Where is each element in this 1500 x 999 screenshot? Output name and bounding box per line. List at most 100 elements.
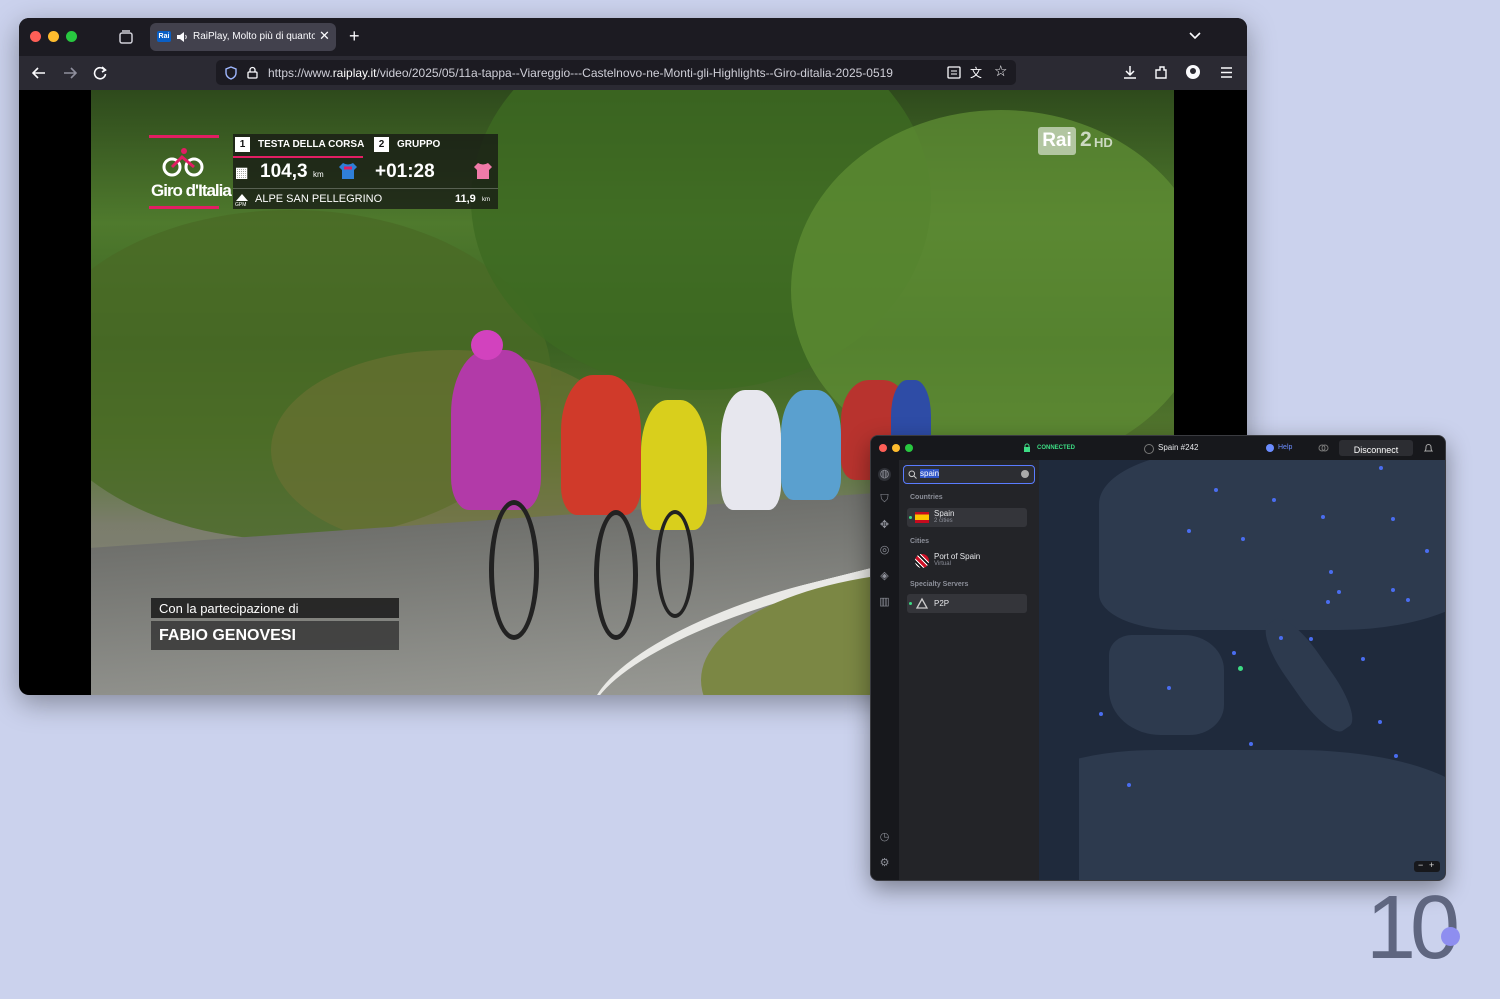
list-item-p2p[interactable]: P2P xyxy=(907,594,1027,613)
map-server-dot[interactable] xyxy=(1127,783,1131,787)
map-server-dot[interactable] xyxy=(1099,712,1103,716)
map-server-dot[interactable] xyxy=(1425,549,1429,553)
zoom-controls: − + xyxy=(1414,860,1440,872)
search-input[interactable]: spain xyxy=(903,465,1035,484)
divider xyxy=(233,188,498,189)
vpn-app-window: CONNECTED Spain #242 Help Disconnect ◍ ⛉… xyxy=(870,435,1446,881)
new-tab-icon[interactable]: + xyxy=(349,26,360,47)
list-item-spain[interactable]: Spain 2 cities xyxy=(907,508,1027,527)
layers-icon[interactable]: ◈ xyxy=(878,570,891,583)
credit-line1: Con la partecipazione di xyxy=(159,601,299,616)
map-server-dot[interactable] xyxy=(1321,515,1325,519)
reload-icon[interactable] xyxy=(93,66,107,80)
connected-indicator xyxy=(909,516,912,519)
server-list-panel: spain Countries Spain 2 cities Cities Po… xyxy=(899,460,1039,880)
server-icon xyxy=(1144,444,1154,454)
stats-icon[interactable]: ▥ xyxy=(878,596,891,609)
vpn-sidebar: ◍ ⛉ ✥ ◎ ◈ ▥ ◷ ⚙ xyxy=(871,460,899,880)
climb-distance-unit: km xyxy=(482,197,490,203)
help-icon[interactable] xyxy=(1266,444,1274,452)
p2p-icon xyxy=(915,597,929,609)
account-avatar[interactable] xyxy=(1186,65,1200,79)
connected-server-marker[interactable] xyxy=(1238,666,1243,671)
download-icon[interactable] xyxy=(1123,65,1137,80)
map-server-dot[interactable] xyxy=(1326,600,1330,604)
back-icon[interactable] xyxy=(32,66,46,80)
maximize-window-button[interactable] xyxy=(905,444,913,452)
giro-logo: Giro d'Italia xyxy=(149,135,232,209)
dark-web-monitor-icon[interactable]: ◎ xyxy=(878,544,891,557)
chevron-down-icon[interactable] xyxy=(1188,31,1202,41)
map-server-dot[interactable] xyxy=(1379,466,1383,470)
logo-text: Giro d'Italia xyxy=(151,181,232,200)
map-server-dot[interactable] xyxy=(1279,636,1283,640)
map-server-dot[interactable] xyxy=(1272,498,1276,502)
meshnet-nav-icon[interactable]: ✥ xyxy=(878,519,891,532)
map-server-dot[interactable] xyxy=(1361,657,1365,661)
shield-icon[interactable] xyxy=(225,66,237,80)
section-specialty-servers: Specialty Servers xyxy=(910,581,969,588)
map-land-africa xyxy=(1039,750,1445,880)
map-land-iberia xyxy=(1109,635,1224,735)
zoom-in-button[interactable]: + xyxy=(1429,860,1434,870)
maximize-window-button[interactable] xyxy=(66,31,77,42)
map-server-dot[interactable] xyxy=(1337,590,1341,594)
connection-status: CONNECTED xyxy=(1037,445,1076,451)
map-server-dot[interactable] xyxy=(1378,720,1382,724)
close-window-button[interactable] xyxy=(879,444,887,452)
map-server-dot[interactable] xyxy=(1309,637,1313,641)
settings-gear-icon[interactable]: ⚙ xyxy=(878,857,891,870)
tab-manager-icon[interactable] xyxy=(119,30,133,44)
map-server-dot[interactable] xyxy=(1391,588,1395,592)
search-value: spain xyxy=(920,469,940,478)
rider xyxy=(781,390,841,500)
map-server-dot[interactable] xyxy=(1394,754,1398,758)
credit-bar: Con la partecipazione di xyxy=(151,598,399,618)
spain-flag-icon xyxy=(915,512,929,523)
globe-icon[interactable]: ◍ xyxy=(878,468,891,481)
list-item-port-of-spain[interactable]: Port of Spain Virtual xyxy=(907,551,1027,570)
meshnet-icon[interactable] xyxy=(1318,443,1329,453)
reader-view-icon[interactable] xyxy=(947,66,961,79)
extensions-icon[interactable] xyxy=(1154,65,1168,80)
bell-icon[interactable] xyxy=(1424,443,1433,454)
disconnect-button[interactable]: Disconnect xyxy=(1339,440,1413,456)
map-server-dot[interactable] xyxy=(1249,742,1253,746)
map-server-dot[interactable] xyxy=(1329,570,1333,574)
climb-name: ALPE SAN PELLEGRINO xyxy=(255,193,383,205)
minimize-window-button[interactable] xyxy=(892,444,900,452)
navigation-bar: https://www.raiplay.it/video/2025/05/11a… xyxy=(19,56,1247,90)
country-name: Spain xyxy=(934,509,955,518)
close-window-button[interactable] xyxy=(30,31,41,42)
menu-icon[interactable] xyxy=(1220,67,1233,78)
map-server-dot[interactable] xyxy=(1232,651,1236,655)
city-name: Port of Spain xyxy=(934,552,981,561)
world-map[interactable]: − + xyxy=(1039,460,1445,880)
climb-distance: 11,9 xyxy=(455,193,476,205)
map-server-dot[interactable] xyxy=(1391,517,1395,521)
speaker-icon[interactable] xyxy=(176,31,188,43)
map-server-dot[interactable] xyxy=(1406,598,1410,602)
map-server-dot[interactable] xyxy=(1214,488,1218,492)
map-server-dot[interactable] xyxy=(1241,537,1245,541)
support-icon[interactable]: ◷ xyxy=(878,831,891,844)
threat-protection-icon[interactable]: ⛉ xyxy=(878,493,891,506)
map-server-dot[interactable] xyxy=(1167,686,1171,690)
forward-icon[interactable] xyxy=(63,66,77,80)
rai-channel-logo: Rai xyxy=(1038,127,1076,155)
tab-raiplay[interactable]: Rai RaiPlay, Molto più di quanto ✕ xyxy=(150,23,336,51)
bookmark-star-icon[interactable]: ☆ xyxy=(994,62,1007,80)
map-server-dot[interactable] xyxy=(1187,529,1191,533)
help-link[interactable]: Help xyxy=(1278,444,1292,451)
lock-icon[interactable] xyxy=(247,66,258,79)
address-bar[interactable]: https://www.raiplay.it/video/2025/05/11a… xyxy=(216,60,1016,85)
close-tab-icon[interactable]: ✕ xyxy=(319,28,330,44)
clear-search-icon[interactable] xyxy=(1021,470,1029,478)
minimize-window-button[interactable] xyxy=(48,31,59,42)
country-subtitle: 2 cities xyxy=(934,518,953,524)
zoom-out-button[interactable]: − xyxy=(1418,860,1423,870)
vpn-titlebar: CONNECTED Spain #242 Help Disconnect xyxy=(871,436,1445,460)
connected-indicator xyxy=(909,602,912,605)
url-path: /video/2025/05/11a-tappa--Viareggio---Ca… xyxy=(376,66,893,80)
translate-icon[interactable]: 文 xyxy=(970,64,982,81)
